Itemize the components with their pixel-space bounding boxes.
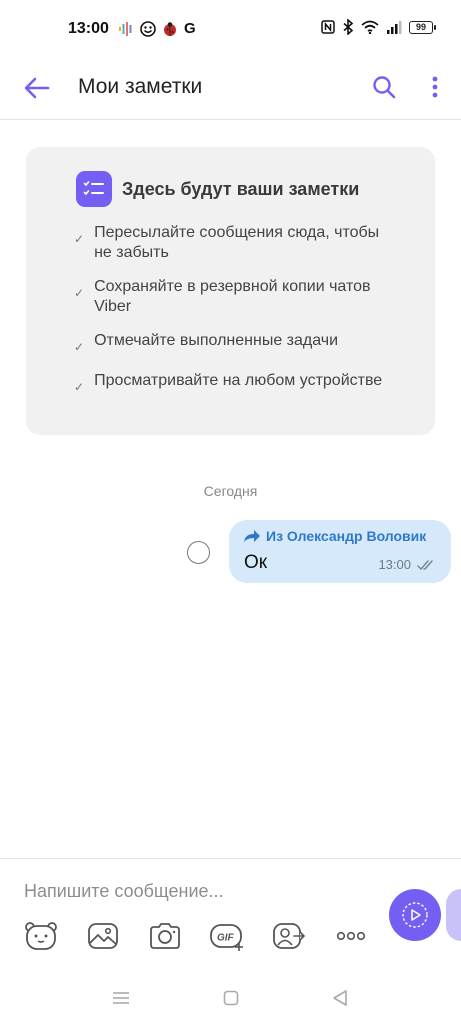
message-meta: 13:00 (378, 557, 437, 572)
forwarded-from-label: Из Олександр Воловик (266, 528, 427, 544)
gallery-button[interactable] (84, 917, 122, 955)
list-item: ✓ Сохраняйте в резервной копии чатов Vib… (74, 277, 394, 317)
back-triangle-icon (333, 990, 347, 1006)
more-vertical-icon (432, 76, 438, 98)
podcast-icon (119, 22, 132, 36)
arrow-back-icon (24, 77, 50, 99)
card-header: Здесь будут ваши заметки (76, 171, 359, 207)
image-icon (88, 923, 118, 949)
gif-icon: GIF (210, 924, 243, 951)
checkmark-icon: ✓ (74, 340, 85, 354)
checkmark-icon: ✓ (74, 232, 85, 246)
tip-text: Отмечайте выполненные задачи (94, 332, 339, 349)
list-item: ✓ Пересылайте сообщения сюда, чтобы не з… (74, 223, 394, 263)
message-composer: GIF (0, 858, 461, 968)
tip-text: Сохраняйте в резервной копии чатов Viber (94, 278, 371, 315)
play-circle-icon (402, 902, 428, 928)
page-title: Мои заметки (78, 75, 203, 98)
date-divider: Сегодня (203, 483, 258, 499)
camera-button[interactable] (146, 917, 184, 955)
search-button[interactable] (369, 72, 399, 102)
message-text: Ок (244, 552, 268, 573)
camera-icon (150, 923, 180, 949)
contact-share-icon (273, 923, 306, 949)
wifi-icon (361, 20, 379, 34)
bluetooth-icon (343, 19, 354, 35)
message-input[interactable] (24, 877, 364, 905)
message-select-checkbox[interactable] (187, 541, 210, 564)
gif-button[interactable]: GIF (208, 917, 246, 955)
share-contact-button[interactable] (270, 917, 308, 955)
system-nav-bar (0, 975, 461, 1020)
voice-message-button[interactable] (389, 889, 441, 941)
more-options-button[interactable] (423, 72, 447, 102)
notification-icons: G (118, 20, 196, 38)
app-bar: Мои заметки (0, 60, 461, 120)
nav-home-button[interactable] (216, 983, 246, 1013)
card-title: Здесь будут ваши заметки (122, 178, 360, 199)
list-item: ✓ Просматривайте на любом устройстве (74, 371, 394, 397)
system-icons: 99 (321, 19, 436, 35)
double-check-icon (417, 559, 433, 570)
nav-menu-button[interactable] (106, 983, 136, 1013)
sticker-button[interactable] (22, 917, 60, 955)
battery-icon: 99 (409, 20, 436, 34)
more-attachments-button[interactable] (332, 917, 370, 955)
menu-icon (113, 992, 129, 1004)
checklist-icon (76, 171, 112, 207)
nfc-icon (321, 20, 335, 34)
signal-icon (387, 21, 402, 34)
message-bubble[interactable]: Из Олександр Воловик Ок 13:00 (229, 520, 451, 583)
composer-toolbar: GIF (22, 917, 370, 955)
forward-arrow-icon (244, 530, 260, 542)
status-bar: 13:00 G 99 (0, 0, 461, 60)
ladybug-icon (164, 22, 176, 36)
battery-level: 99 (415, 22, 426, 32)
svg-text:GIF: GIF (217, 933, 235, 944)
search-icon (373, 76, 396, 99)
tips-list: ✓ Пересылайте сообщения сюда, чтобы не з… (74, 223, 394, 411)
list-item: ✓ Отмечайте выполненные задачи (74, 331, 394, 357)
tip-text: Пересылайте сообщения сюда, чтобы не заб… (94, 224, 380, 261)
secondary-action-button[interactable] (446, 889, 461, 941)
checkmark-icon: ✓ (74, 286, 85, 300)
back-button[interactable] (22, 73, 52, 103)
checkmark-icon: ✓ (74, 380, 85, 394)
forwarded-header[interactable]: Из Олександр Воловик (243, 528, 439, 544)
emoji-app-icon (140, 21, 156, 37)
tip-text: Просматривайте на любом устройстве (94, 372, 383, 389)
google-icon: G (184, 20, 196, 37)
status-time: 13:00 (68, 20, 109, 37)
home-square-icon (223, 990, 239, 1006)
more-horizontal-icon (336, 931, 366, 941)
bear-sticker-icon (25, 922, 57, 950)
message-time: 13:00 (378, 557, 411, 572)
nav-back-button[interactable] (325, 983, 355, 1013)
notes-info-card: Здесь будут ваши заметки ✓ Пересылайте с… (26, 147, 435, 435)
